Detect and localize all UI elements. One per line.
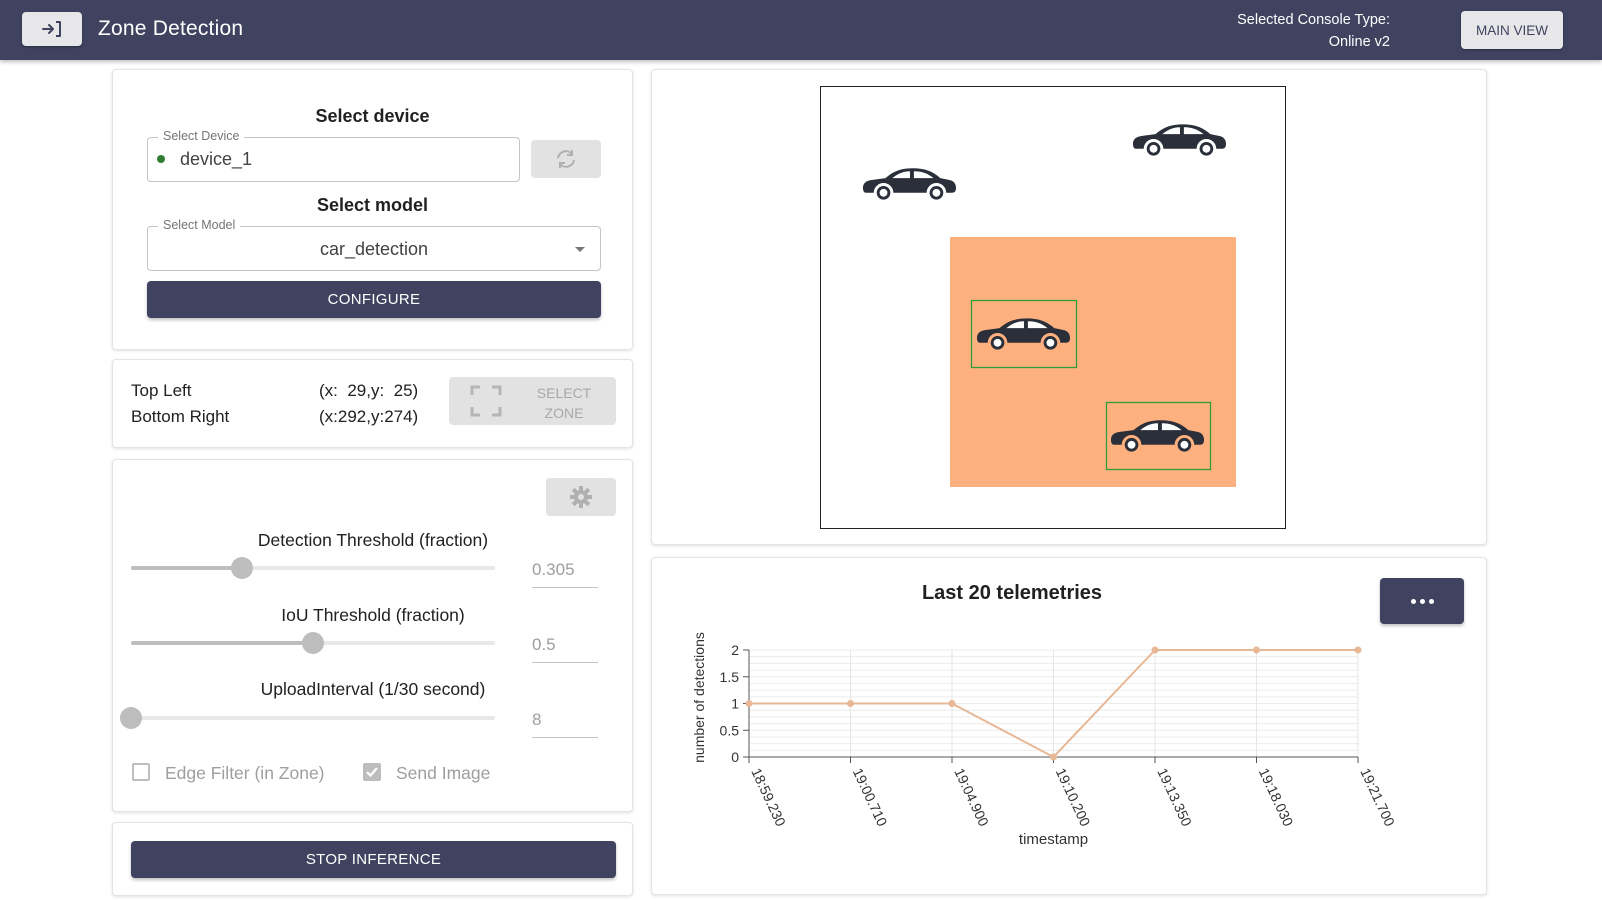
x-tick-label: 18:59.230 [748, 766, 789, 829]
x-tick-label: 19:18.030 [1256, 766, 1297, 829]
upload-interval-thumb[interactable] [120, 707, 142, 729]
edge-filter-label: Edge Filter (in Zone) [165, 763, 325, 783]
model-select[interactable]: Select Model car_detection [147, 218, 601, 271]
x-tick-label: 19:04.900 [951, 766, 992, 829]
gear-icon [570, 486, 592, 508]
data-point [847, 700, 854, 707]
detection-threshold-fill [131, 566, 243, 570]
camera-preview [820, 86, 1286, 529]
select-zone-label: SELECT ZONE [519, 383, 609, 423]
stop-inference-button[interactable]: STOP INFERENCE [131, 841, 616, 878]
configure-button[interactable]: CONFIGURE [147, 281, 601, 318]
y-tick-label: 0.5 [720, 722, 740, 738]
x-tick-label: 19:10.200 [1053, 766, 1094, 829]
y-tick-label: 2 [731, 642, 739, 658]
device-config-card: Select device Select Device device_1 Sel… [112, 69, 633, 350]
data-point [1050, 753, 1057, 761]
device-status-dot [157, 155, 165, 163]
detection-threshold-label: Detection Threshold (fraction) [257, 530, 489, 550]
settings-button[interactable] [546, 478, 616, 516]
iou-threshold-label: IoU Threshold (fraction) [281, 605, 465, 625]
refresh-icon [557, 150, 575, 168]
top-left-label: Top Left [131, 381, 192, 400]
bottom-right-label: Bottom Right [131, 407, 230, 426]
telemetry-chart: 0 0.5 1 1.5 2 18:59.230 19:00.710 19:04.900 19:1… [691, 632, 1398, 848]
iou-threshold-input[interactable]: 0.5 [532, 633, 598, 663]
page-title: Zone Detection [98, 17, 244, 40]
fullscreen-icon [470, 385, 502, 417]
device-select-value: device_1 [180, 149, 253, 169]
detection-zone[interactable] [950, 237, 1236, 487]
data-point [745, 700, 753, 707]
y-tick-label: 1.5 [720, 669, 740, 685]
x-tick-label: 19:13.350 [1154, 766, 1195, 829]
data-point [1253, 646, 1260, 654]
iou-threshold-fill [131, 641, 313, 645]
send-image-label: Send Image [396, 763, 491, 783]
y-axis-label: number of detections [691, 632, 707, 763]
device-select[interactable]: Select Device device_1 [147, 129, 520, 182]
bottom-right-value: (x:292,y:274) [319, 407, 419, 426]
chevron-down-icon [575, 247, 585, 252]
model-select-value: car_detection [319, 239, 429, 259]
console-type: Selected Console Type: Online v2 [1237, 9, 1390, 53]
y-tick-label: 0 [731, 749, 739, 765]
more-dot [1428, 598, 1434, 604]
data-point [948, 700, 956, 707]
upload-interval-label: UploadInterval (1/30 second) [260, 679, 486, 699]
select-device-title: Select device [315, 106, 430, 126]
detection-threshold-input[interactable]: 0.305 [532, 558, 598, 588]
select-zone-line1: SELECT [536, 385, 592, 401]
y-tick-label: 1 [731, 696, 739, 712]
more-dot [1410, 598, 1416, 604]
refresh-button[interactable] [531, 140, 601, 178]
select-zone-line2: ZONE [544, 405, 584, 421]
checkmark-icon [366, 767, 378, 778]
select-zone-button[interactable]: SELECT ZONE [449, 377, 616, 425]
upload-interval-input[interactable]: 8 [532, 708, 598, 738]
select-model-title: Select model [316, 195, 429, 215]
console-type-label: Selected Console Type: [1237, 12, 1390, 28]
chart-title: Last 20 telemetries [921, 582, 1103, 604]
main-view-button[interactable]: MAIN VIEW [1461, 11, 1563, 49]
exit-button[interactable] [22, 12, 82, 46]
edge-filter-checkbox[interactable] [132, 763, 150, 781]
more-options-button[interactable] [1380, 578, 1464, 624]
console-type-value: Online v2 [1328, 34, 1390, 50]
x-tick-label: 19:21.700 [1357, 766, 1398, 829]
app-bar: Zone Detection Selected Console Type: On… [0, 0, 1602, 60]
exit-icon [42, 21, 61, 37]
iou-threshold-thumb[interactable] [302, 632, 324, 654]
device-select-legend: Select Device [158, 129, 245, 143]
upload-interval-slider[interactable] [131, 716, 495, 720]
send-image-checkbox[interactable] [363, 763, 381, 781]
x-tick-label: 19:00.710 [850, 766, 891, 829]
more-dot [1419, 598, 1425, 604]
top-left-value: (x: 29,y: 25) [319, 381, 419, 400]
model-select-legend: Select Model [158, 218, 241, 232]
data-point [1151, 646, 1159, 654]
x-axis-label: timestamp [1019, 831, 1088, 848]
data-point [1354, 646, 1362, 654]
detection-threshold-thumb[interactable] [231, 557, 254, 579]
